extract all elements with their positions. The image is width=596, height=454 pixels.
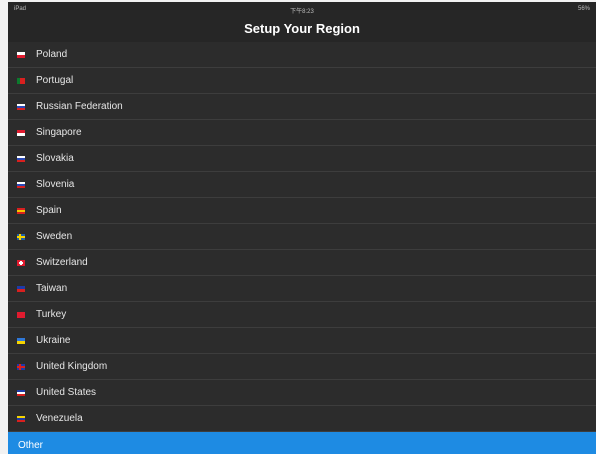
region-label: Switzerland: [36, 257, 88, 268]
region-row-turkey[interactable]: Turkey: [8, 302, 596, 328]
region-label: Slovenia: [36, 179, 75, 190]
nav-bar: Setup Your Region: [8, 16, 596, 42]
flag-icon: [17, 182, 25, 188]
region-label: Ukraine: [36, 335, 71, 346]
flag-icon: [17, 156, 25, 162]
region-row-switzerland[interactable]: Switzerland: [8, 250, 596, 276]
flag-icon: [17, 286, 25, 292]
setup-region-screen: iPad 下午8:23 56% Setup Your Region Poland…: [8, 2, 596, 454]
region-label: Venezuela: [36, 413, 83, 424]
flag-icon: [17, 234, 25, 240]
flag-icon: [17, 338, 25, 344]
flag-icon: [17, 208, 25, 214]
region-row-venezuela[interactable]: Venezuela: [8, 406, 596, 432]
flag-icon: [17, 78, 25, 84]
region-label: Spain: [36, 205, 62, 216]
region-label: Taiwan: [36, 283, 68, 294]
flag-icon: [17, 52, 25, 58]
flag-icon: [17, 312, 25, 318]
region-label: Portugal: [36, 75, 74, 86]
region-row-sweden[interactable]: Sweden: [8, 224, 596, 250]
region-label: Russian Federation: [36, 101, 123, 112]
page-title: Setup Your Region: [244, 21, 360, 36]
flag-icon: [17, 364, 25, 370]
region-label: Other: [18, 440, 44, 451]
region-label: Slovakia: [36, 153, 74, 164]
status-bar: iPad 下午8:23 56%: [8, 2, 596, 16]
region-label: United Kingdom: [36, 361, 108, 372]
region-row-united-kingdom[interactable]: United Kingdom: [8, 354, 596, 380]
region-row-russian-federation[interactable]: Russian Federation: [8, 94, 596, 120]
battery-level: 56%: [577, 6, 590, 12]
region-label: Turkey: [36, 309, 67, 320]
region-row-other[interactable]: Other: [8, 432, 596, 454]
region-row-singapore[interactable]: Singapore: [8, 120, 596, 146]
region-label: Singapore: [36, 127, 82, 138]
flag-icon: [17, 260, 25, 266]
region-row-united-states[interactable]: United States: [8, 380, 596, 406]
region-row-slovenia[interactable]: Slovenia: [8, 172, 596, 198]
region-row-poland[interactable]: Poland: [8, 42, 596, 68]
flag-icon: [17, 390, 25, 396]
flag-icon: [17, 130, 25, 136]
flag-icon: [17, 104, 25, 110]
region-row-spain[interactable]: Spain: [8, 198, 596, 224]
region-label: Sweden: [36, 231, 73, 242]
region-row-slovakia[interactable]: Slovakia: [8, 146, 596, 172]
clock: 下午8:23: [290, 9, 314, 15]
region-row-ukraine[interactable]: Ukraine: [8, 328, 596, 354]
region-label: Poland: [36, 49, 68, 60]
region-row-taiwan[interactable]: Taiwan: [8, 276, 596, 302]
region-label: United States: [36, 387, 97, 398]
region-list: Poland Portugal Russian Federation Singapor…: [8, 42, 596, 454]
flag-icon: [17, 416, 25, 422]
region-row-portugal[interactable]: Portugal: [8, 68, 596, 94]
